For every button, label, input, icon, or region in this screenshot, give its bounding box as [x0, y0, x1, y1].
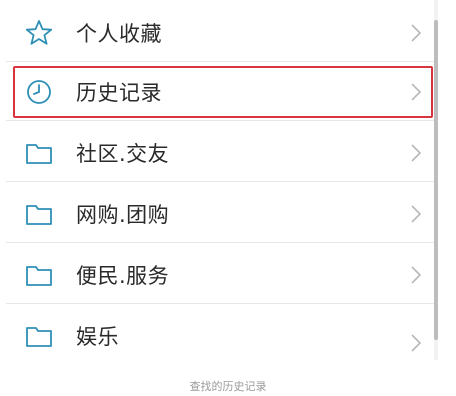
- menu-item-services[interactable]: 便民.服务: [6, 245, 438, 304]
- menu-item-history[interactable]: 历史记录: [6, 62, 438, 121]
- folder-icon: [26, 326, 52, 347]
- folder-icon: [26, 204, 52, 225]
- star-icon: [25, 19, 53, 45]
- divider: [6, 120, 438, 121]
- divider: [6, 303, 438, 304]
- chevron-right-icon: [411, 82, 422, 101]
- chevron-right-icon: [411, 204, 422, 223]
- clock-icon: [27, 79, 51, 104]
- menu-item-shopping[interactable]: 网购.团购: [6, 184, 438, 243]
- menu-item-community[interactable]: 社区.交友: [6, 123, 438, 182]
- menu-item-label: 娱乐: [76, 324, 119, 349]
- screen: 个人收藏 历史记录 社区.交友 网购.团购 便民.服务 娱乐 查找的历史记录: [0, 0, 456, 396]
- menu-item-label: 个人收藏: [76, 21, 162, 46]
- menu-item-label: 社区.交友: [76, 141, 170, 166]
- folder-icon: [26, 265, 52, 286]
- divider: [6, 181, 438, 182]
- menu-item-label: 历史记录: [76, 80, 162, 105]
- chevron-right-icon: [411, 23, 422, 42]
- menu-item-label: 便民.服务: [76, 263, 170, 288]
- scrollbar-thumb[interactable]: [434, 20, 438, 340]
- chevron-right-icon: [411, 265, 422, 284]
- menu-item-label: 网购.团购: [76, 202, 170, 227]
- menu-item-entertainment[interactable]: 娱乐: [6, 306, 438, 360]
- menu-item-favorites[interactable]: 个人收藏: [6, 3, 438, 62]
- folder-icon: [26, 143, 52, 164]
- chevron-right-icon: [411, 334, 422, 352]
- image-caption: 查找的历史记录: [189, 380, 267, 393]
- scrollbar[interactable]: [434, 0, 438, 360]
- divider: [6, 242, 438, 243]
- chevron-right-icon: [411, 143, 422, 162]
- bookmark-menu: 个人收藏 历史记录 社区.交友 网购.团购 便民.服务 娱乐: [6, 0, 438, 360]
